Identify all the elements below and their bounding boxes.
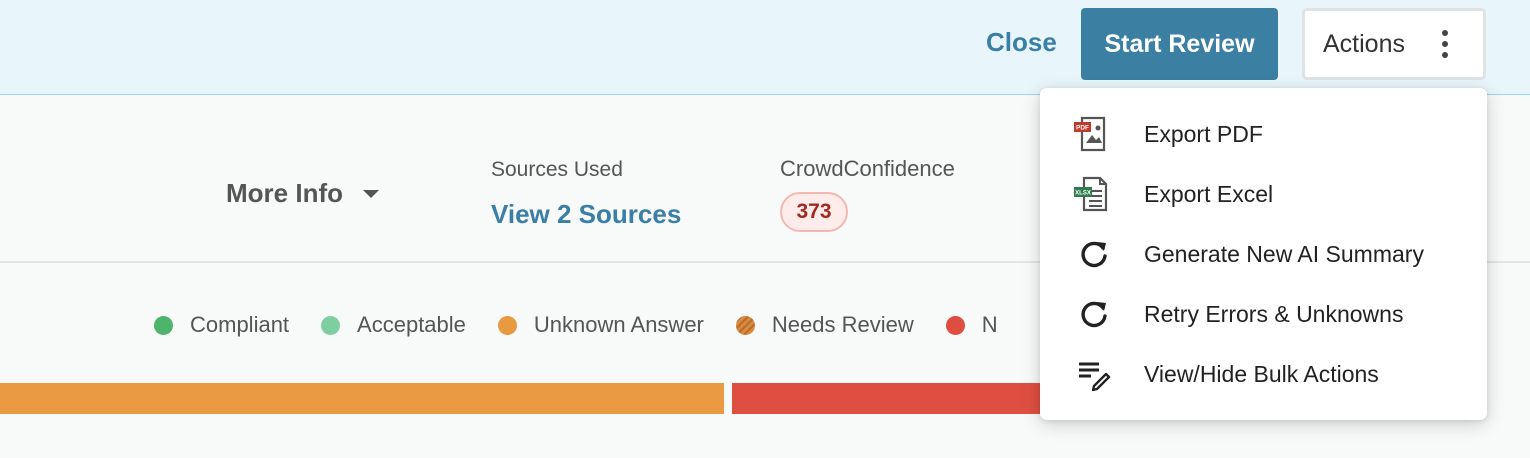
menu-item-export-excel[interactable]: XLSX Export Excel	[1040, 164, 1487, 224]
crowd-confidence-label: CrowdConfidence	[780, 156, 955, 181]
status-legend: Compliant Acceptable Unknown Answer Need…	[154, 312, 1030, 338]
legend-item-compliant: Compliant	[154, 312, 289, 338]
menu-item-bulk-actions[interactable]: View/Hide Bulk Actions	[1040, 344, 1487, 404]
compliant-dot-icon	[154, 315, 173, 335]
legend-item-unknown: Unknown Answer	[497, 312, 704, 338]
more-info-toggle[interactable]: More Info	[226, 178, 379, 209]
menu-item-retry-errors[interactable]: Retry Errors & Unknowns	[1040, 284, 1487, 344]
legend-item-needs-review: Needs Review	[735, 312, 914, 338]
caret-down-icon	[363, 189, 379, 198]
more-vertical-icon	[1441, 30, 1449, 60]
legend-item-acceptable: Acceptable	[321, 312, 466, 338]
menu-item-label: Export PDF	[1144, 120, 1263, 147]
legend-label: Acceptable	[357, 312, 466, 337]
sources-used-label: Sources Used	[491, 158, 623, 181]
status-bar-unknown[interactable]	[0, 383, 724, 414]
red-dot-icon	[945, 315, 965, 335]
pdf-badge-text: PDF	[1076, 125, 1089, 132]
crowd-confidence-badge: 373	[780, 192, 848, 232]
top-bar: Close Start Review Actions	[0, 0, 1530, 95]
more-info-label: More Info	[226, 178, 343, 208]
excel-file-icon: XLSX	[1074, 174, 1114, 214]
close-link[interactable]: Close	[986, 27, 1057, 58]
menu-item-label: Generate New AI Summary	[1144, 240, 1424, 267]
actions-menu: PDF Export PDF XLSX Export Excel Generat…	[1040, 88, 1487, 420]
actions-button[interactable]: Actions	[1302, 8, 1486, 80]
menu-item-label: Retry Errors & Unknowns	[1144, 300, 1404, 327]
xlsx-badge-text: XLSX	[1075, 191, 1091, 197]
menu-item-generate-summary[interactable]: Generate New AI Summary	[1040, 224, 1487, 284]
actions-label: Actions	[1323, 29, 1405, 58]
legend-label: Compliant	[190, 312, 290, 337]
refresh-icon	[1074, 234, 1114, 274]
menu-item-label: View/Hide Bulk Actions	[1144, 360, 1379, 387]
legend-item-noncompliant: N	[945, 312, 998, 338]
pdf-file-icon: PDF	[1074, 114, 1114, 154]
legend-label: Needs Review	[771, 312, 914, 337]
legend-label: Unknown Answer	[533, 312, 704, 337]
menu-item-label: Export Excel	[1144, 180, 1274, 207]
unknown-dot-icon	[497, 315, 517, 335]
edit-list-icon	[1074, 354, 1114, 394]
legend-label: N	[981, 312, 998, 337]
needs-review-dot-icon	[735, 315, 755, 335]
menu-item-export-pdf[interactable]: PDF Export PDF	[1040, 104, 1487, 164]
status-bar-noncompliant[interactable]	[732, 383, 1062, 414]
view-sources-link[interactable]: View 2 Sources	[491, 199, 681, 230]
refresh-icon	[1074, 294, 1114, 334]
start-review-button[interactable]: Start Review	[1081, 8, 1278, 80]
acceptable-dot-icon	[321, 315, 341, 335]
